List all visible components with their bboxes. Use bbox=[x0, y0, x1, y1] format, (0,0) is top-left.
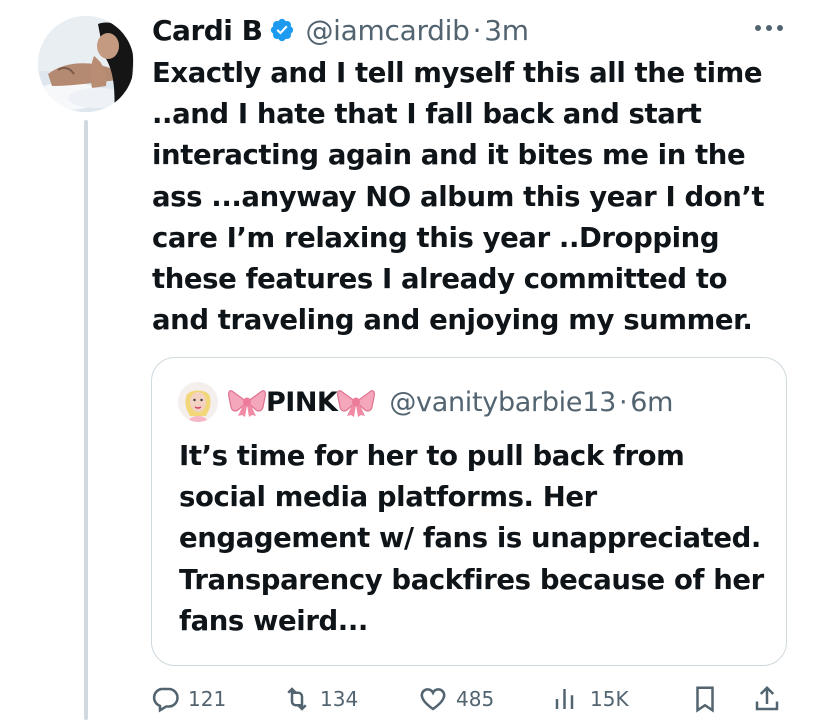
quoted-author-handle: @vanitybarbie13 bbox=[389, 386, 616, 418]
quoted-tweet-time: 6m bbox=[630, 386, 674, 418]
reply-icon bbox=[152, 687, 179, 713]
verified-badge-icon[interactable] bbox=[269, 17, 295, 43]
like-icon bbox=[420, 688, 446, 711]
quoted-tweet-header: PINK @vanitybarbie13 · 6m bbox=[178, 382, 673, 422]
bookmark-icon bbox=[696, 686, 714, 713]
author-display-name[interactable]: Cardi B bbox=[152, 14, 263, 47]
reply-button[interactable]: 121 bbox=[150, 684, 226, 714]
views-button[interactable]: 15K bbox=[552, 684, 629, 714]
views-count: 15K bbox=[590, 687, 629, 711]
separator-dot: · bbox=[618, 386, 628, 418]
author-avatar[interactable] bbox=[38, 16, 134, 112]
tweet-action-bar: 121 134 485 15K bbox=[150, 684, 790, 724]
separator-dot: · bbox=[472, 13, 482, 47]
quoted-tweet-card[interactable]: PINK @vanitybarbie13 · 6m It’s time for … bbox=[151, 357, 787, 666]
ribbon-bow-icon bbox=[337, 390, 376, 417]
quoted-tweet-text: It’s time for her to pull back from soci… bbox=[179, 440, 764, 637]
quoted-avatar-photo bbox=[178, 382, 218, 422]
share-button[interactable] bbox=[752, 684, 782, 714]
like-button[interactable]: 485 bbox=[418, 684, 494, 714]
share-icon bbox=[755, 685, 779, 711]
avatar-photo bbox=[38, 16, 134, 112]
like-count: 485 bbox=[456, 687, 495, 711]
bookmark-button[interactable] bbox=[690, 684, 720, 714]
views-icon bbox=[555, 689, 574, 709]
tweet-time[interactable]: 3m bbox=[484, 14, 529, 47]
quoted-author-display-name: PINK bbox=[266, 386, 338, 418]
retweet-icon bbox=[287, 687, 307, 711]
quoted-author-avatar bbox=[178, 382, 218, 422]
retweet-count: 134 bbox=[320, 687, 359, 711]
more-horizontal-icon[interactable] bbox=[752, 18, 786, 38]
ribbon-bow-icon bbox=[228, 390, 266, 417]
tweet-header: Cardi B @iamcardib · 3m bbox=[152, 10, 529, 50]
reply-count: 121 bbox=[188, 687, 227, 711]
tweet-text: Exactly and I tell myself this all the t… bbox=[152, 57, 765, 337]
thread-line bbox=[84, 120, 88, 720]
retweet-button[interactable]: 134 bbox=[282, 684, 358, 714]
author-handle[interactable]: @iamcardib bbox=[305, 14, 469, 47]
